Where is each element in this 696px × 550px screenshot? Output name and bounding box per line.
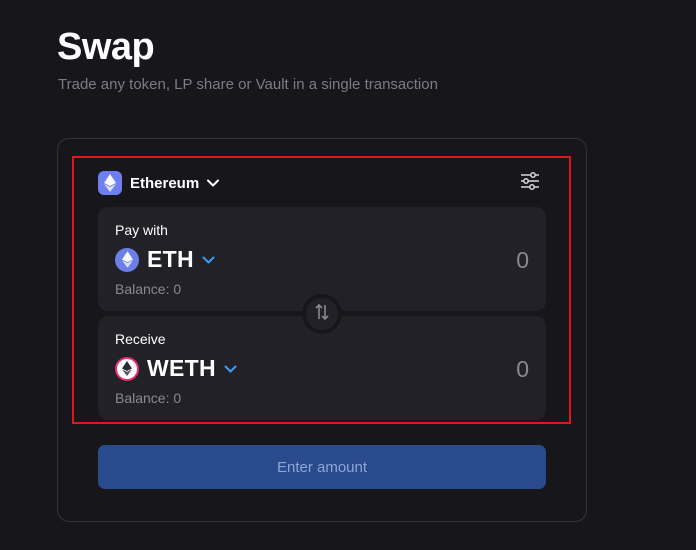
pay-token-selector[interactable]: ETH <box>115 246 215 273</box>
switch-tokens-button[interactable] <box>302 294 342 334</box>
chevron-down-icon <box>224 365 237 373</box>
settings-button[interactable] <box>519 171 541 195</box>
receive-label: Receive <box>115 331 166 347</box>
page-subtitle: Trade any token, LP share or Vault in a … <box>58 76 438 93</box>
swap-arrows-icon <box>314 302 330 327</box>
enter-amount-button[interactable]: Enter amount <box>98 445 546 489</box>
chevron-down-icon <box>207 179 220 187</box>
chevron-down-icon <box>202 256 215 264</box>
pay-label: Pay with <box>115 222 168 238</box>
pay-balance: Balance: 0 <box>115 281 182 297</box>
pay-token-symbol: ETH <box>147 246 194 272</box>
receive-token-symbol: WETH <box>147 355 216 381</box>
receive-amount-input[interactable] <box>409 356 529 383</box>
receive-token-selector[interactable]: WETH <box>115 355 237 382</box>
pay-amount-input[interactable] <box>409 247 529 274</box>
weth-icon <box>115 356 139 381</box>
swap-page: Swap Trade any token, LP share or Vault … <box>0 0 696 550</box>
network-label: Ethereum <box>130 174 200 192</box>
sliders-icon <box>520 171 540 195</box>
receive-balance: Balance: 0 <box>115 390 182 406</box>
network-selector[interactable]: Ethereum <box>98 171 220 195</box>
page-title: Swap <box>57 26 155 68</box>
ethereum-icon <box>98 171 122 195</box>
eth-icon <box>115 247 139 272</box>
